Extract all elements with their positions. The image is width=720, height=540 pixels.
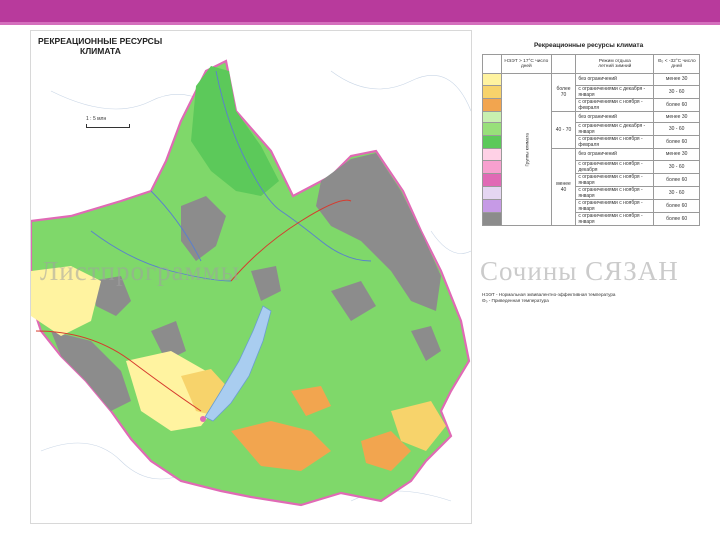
legend-body: Группы климата более 70 без ограничений мен… [482, 73, 700, 226]
legend-swatch [482, 135, 502, 149]
legend-regime: с ограничениями с ноября - декабря [575, 159, 655, 174]
legend-regime: с ограничениями с ноября - января [575, 198, 655, 213]
legend-days: более 60 [653, 135, 700, 149]
legend-days: 30 - 60 [653, 159, 700, 174]
map-title-line1: РЕКРЕАЦИОННЫЕ РЕСУРСЫ [38, 36, 163, 46]
legend-days: менее 30 [653, 73, 700, 86]
legend-swatch [482, 97, 502, 112]
legend-days: более 60 [653, 198, 700, 213]
map-scale-label: 1 : 5 млн [86, 116, 107, 122]
legend-swatch [482, 148, 502, 161]
slide-top-bar [0, 0, 720, 22]
legend-header-days: НЭЭТ > 17°C число дней [501, 54, 552, 74]
legend-header-summer: летний [598, 64, 614, 69]
legend-header-blank [550, 54, 577, 74]
legend-swatch [482, 110, 502, 123]
legend-regime: без ограничений [575, 110, 655, 123]
legend-header-swatch [482, 54, 502, 74]
watermark-left: Листпрограммы [40, 256, 240, 286]
legend-swatch [482, 84, 502, 99]
legend-note-line2: Θ₀ - Приведенная температура [482, 298, 549, 303]
legend-days: более 60 [653, 211, 700, 226]
legend-note: НЭЭТ - Нормальная эквивалентно-эффективн… [482, 292, 702, 304]
legend-days: менее 30 [653, 110, 700, 123]
legend-title: Рекреационные ресурсы климата [534, 42, 644, 49]
legend-day-group: 40 - 70 [550, 110, 577, 149]
legend-header-regime: Режим отдыха летний зимний [575, 54, 655, 74]
legend-swatch [482, 172, 502, 187]
legend-swatch [482, 122, 502, 136]
legend-day-group: менее 40 [550, 148, 577, 226]
map-title: РЕКРЕАЦИОННЫЕ РЕСУРСЫ КЛИМАТА [38, 36, 162, 56]
legend-regime: с ограничениями с ноября - января [575, 211, 655, 226]
watermark-right: Сочины СЯЗАН [480, 256, 679, 286]
map-scale-bar [86, 124, 130, 128]
legend-regime: с ограничениями с ноября - февраля [575, 97, 655, 112]
legend-table: НЭЭТ > 17°C число дней Режим отдыха летн… [482, 54, 700, 226]
legend-days: более 60 [653, 172, 700, 187]
legend-days: 30 - 60 [653, 185, 700, 200]
legend-regime: с ограничениями с ноября - февраля [575, 135, 655, 149]
legend-regime: без ограничений [575, 148, 655, 161]
legend-regime: с ограничениями с ноября - января [575, 185, 655, 200]
legend-day-group: более 70 [550, 73, 577, 112]
legend-group-label: Группы климата [501, 73, 552, 225]
legend-days: более 60 [653, 97, 700, 112]
legend-swatch [482, 73, 502, 86]
legend-header-cold: Θ₀ < -32°C число дней [653, 54, 700, 74]
legend-header-winter: зимний [615, 64, 632, 69]
map-title-line2: КЛИМАТА [80, 46, 121, 56]
slide-top-accent-line [0, 22, 720, 25]
legend-regime: с ограничениями с декабря - января [575, 122, 655, 136]
legend-days: 30 - 60 [653, 122, 700, 136]
city-marker [200, 416, 206, 422]
legend-swatch [482, 159, 502, 174]
legend-swatch [482, 198, 502, 213]
legend-swatch [482, 211, 502, 226]
legend-row: Группы климата более 70 без ограничений мен… [482, 73, 700, 225]
legend-days: 30 - 60 [653, 84, 700, 99]
legend-regime: с ограничениями с декабря - января [575, 84, 655, 99]
legend-regime: без ограничений [575, 73, 655, 86]
legend-days: менее 30 [653, 148, 700, 161]
legend-regime: с ограничениями с ноября - января [575, 172, 655, 187]
legend-swatch [482, 185, 502, 200]
